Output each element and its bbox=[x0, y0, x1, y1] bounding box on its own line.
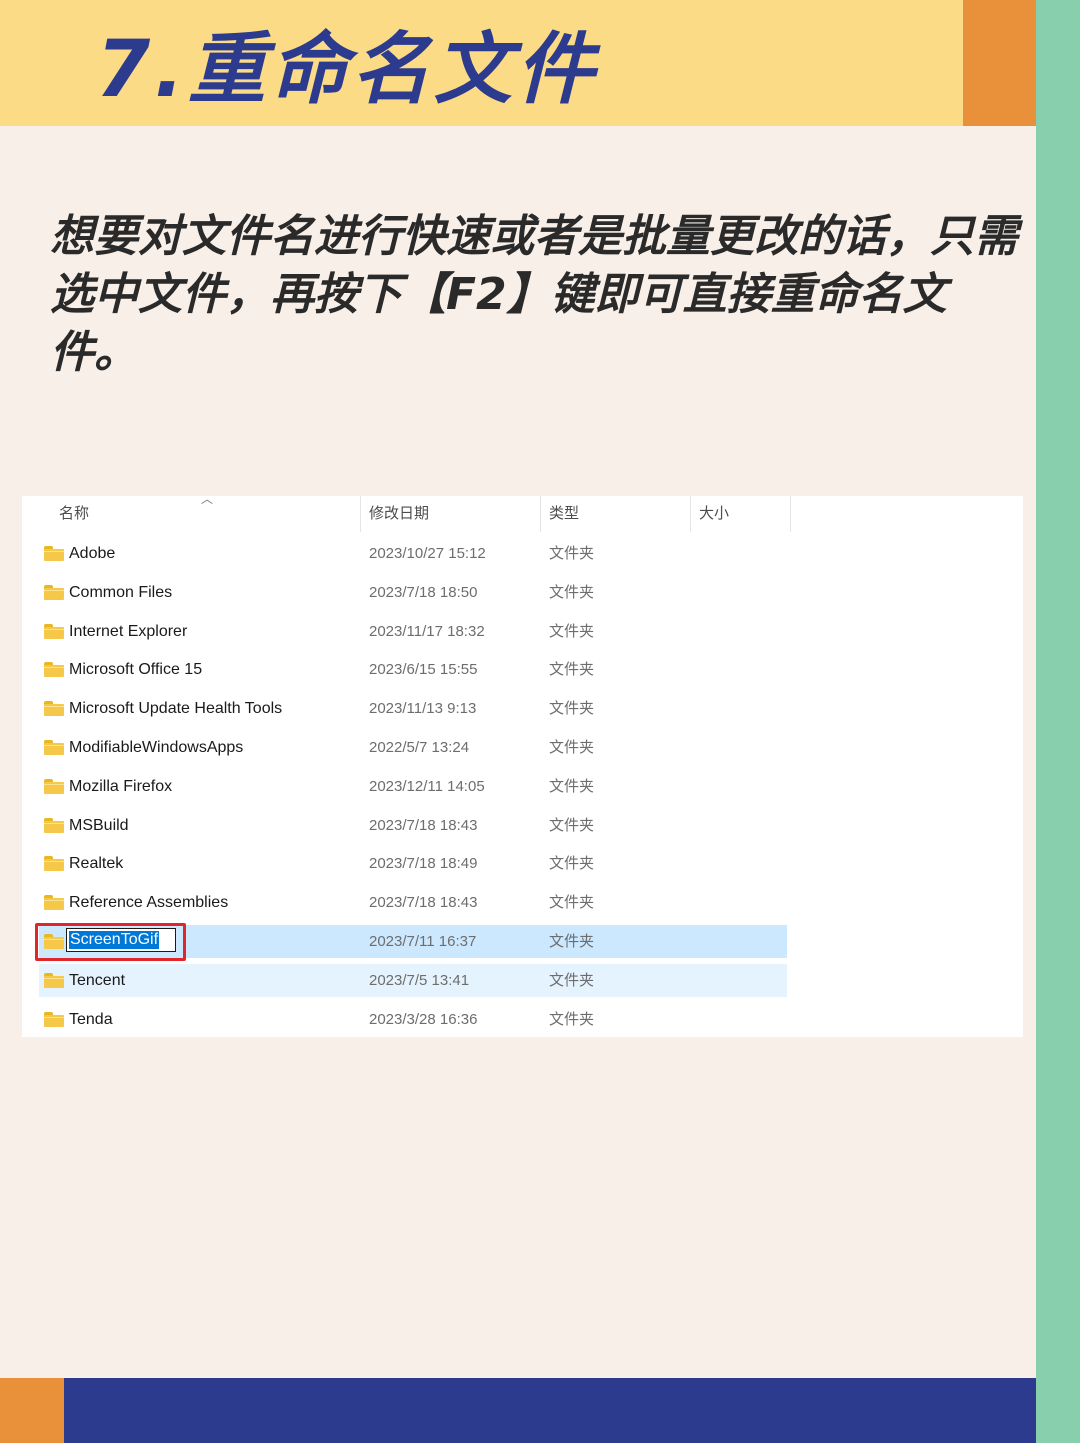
file-modified-date: 2023/3/28 16:36 bbox=[369, 1010, 478, 1028]
file-modified-date: 2023/11/17 18:32 bbox=[369, 622, 485, 640]
file-type: 文件夹 bbox=[549, 855, 595, 873]
file-name[interactable]: Microsoft Update Health Tools bbox=[69, 690, 282, 728]
file-explorer-list: ︿ 名称 修改日期 类型 大小 Adobe 2023/10/27 15:12 文件夹… bbox=[22, 492, 1023, 1039]
file-type: 文件夹 bbox=[549, 661, 595, 679]
file-modified-date: 2023/7/18 18:43 bbox=[369, 894, 478, 912]
column-divider[interactable] bbox=[790, 496, 791, 532]
folder-icon bbox=[44, 662, 64, 678]
header-accent-block bbox=[963, 0, 1036, 126]
footer-accent-block bbox=[0, 1378, 64, 1443]
column-size[interactable]: 大小 bbox=[699, 496, 729, 532]
table-row[interactable]: Realtek 2023/7/18 18:49 文件夹 bbox=[22, 845, 1023, 884]
table-row[interactable]: ModifiableWindowsApps 2022/5/7 13:24 文件夹 bbox=[22, 729, 1023, 768]
folder-icon bbox=[44, 972, 64, 988]
file-modified-date: 2023/6/15 15:55 bbox=[369, 661, 478, 679]
table-row[interactable]: Reference Assemblies 2023/7/18 18:43 文件夹 bbox=[22, 884, 1023, 923]
file-name[interactable]: MSBuild bbox=[69, 807, 129, 845]
file-name[interactable]: Reference Assemblies bbox=[69, 884, 228, 922]
file-name[interactable]: Mozilla Firefox bbox=[69, 768, 172, 806]
file-name[interactable]: Adobe bbox=[69, 535, 115, 573]
table-row[interactable]: Internet Explorer 2023/11/17 18:32 文件夹 bbox=[22, 613, 1023, 652]
folder-icon bbox=[44, 546, 64, 561]
file-name[interactable]: Common Files bbox=[69, 574, 172, 612]
table-row[interactable]: Tencent 2023/7/5 13:41 文件夹 bbox=[22, 962, 1023, 1001]
folder-icon bbox=[44, 778, 64, 794]
file-modified-date: 2023/12/11 14:05 bbox=[369, 777, 485, 795]
side-stripe bbox=[1036, 0, 1080, 1443]
file-name[interactable]: Tencent bbox=[69, 962, 125, 1000]
table-row[interactable]: MSBuild 2023/7/18 18:43 文件夹 bbox=[22, 807, 1023, 846]
sort-ascending-icon[interactable]: ︿ bbox=[201, 492, 213, 506]
file-type: 文件夹 bbox=[549, 894, 595, 912]
file-type: 文件夹 bbox=[549, 932, 595, 950]
file-type: 文件夹 bbox=[549, 738, 595, 756]
table-row[interactable]: Microsoft Update Health Tools 2023/11/13 … bbox=[22, 690, 1023, 729]
table-row[interactable]: Mozilla Firefox 2023/12/11 14:05 文件夹 bbox=[22, 768, 1023, 807]
file-type: 文件夹 bbox=[549, 816, 595, 834]
file-modified-date: 2023/7/18 18:49 bbox=[369, 855, 478, 873]
column-type[interactable]: 类型 bbox=[549, 496, 579, 532]
file-type: 文件夹 bbox=[549, 700, 595, 718]
column-divider[interactable] bbox=[360, 496, 361, 532]
file-modified-date: 2023/10/27 15:12 bbox=[369, 545, 486, 562]
folder-icon bbox=[44, 623, 64, 639]
folder-icon bbox=[44, 895, 64, 911]
folder-icon bbox=[44, 1011, 64, 1027]
table-row[interactable]: Tenda 2023/3/28 16:36 文件夹 bbox=[22, 1001, 1023, 1040]
folder-icon bbox=[44, 701, 64, 717]
file-name[interactable]: Tenda bbox=[69, 1001, 113, 1039]
file-type: 文件夹 bbox=[549, 777, 595, 795]
file-type: 文件夹 bbox=[549, 545, 595, 562]
table-row[interactable]: Microsoft Office 15 2023/6/15 15:55 文件夹 bbox=[22, 651, 1023, 690]
folder-icon bbox=[44, 584, 64, 600]
column-divider[interactable] bbox=[690, 496, 691, 532]
table-row[interactable]: Adobe 2023/10/27 15:12 文件夹 bbox=[22, 535, 1023, 574]
intro-text: 想要对文件名进行快速或者是批量更改的话，只需选中文件，再按下【F2】键即可直接重… bbox=[50, 211, 1018, 378]
file-type: 文件夹 bbox=[549, 583, 595, 601]
column-divider[interactable] bbox=[540, 496, 541, 532]
page-title: 7.重命名文件 bbox=[96, 25, 598, 115]
file-name[interactable]: Internet Explorer bbox=[69, 613, 187, 651]
folder-icon bbox=[44, 856, 64, 872]
file-name[interactable]: Microsoft Office 15 bbox=[69, 651, 202, 689]
file-type: 文件夹 bbox=[549, 622, 595, 640]
table-row[interactable]: Common Files 2023/7/18 18:50 文件夹 bbox=[22, 574, 1023, 613]
rename-highlight-frame bbox=[35, 923, 186, 961]
column-modified[interactable]: 修改日期 bbox=[369, 496, 429, 532]
file-modified-date: 2023/7/5 13:41 bbox=[369, 971, 470, 989]
column-name[interactable]: 名称 bbox=[59, 496, 89, 532]
file-type: 文件夹 bbox=[549, 971, 595, 989]
file-type: 文件夹 bbox=[549, 1010, 595, 1028]
footer-band bbox=[64, 1378, 1036, 1443]
file-rows: Adobe 2023/10/27 15:12 文件夹 Common Files 2023… bbox=[22, 535, 1023, 1039]
folder-icon bbox=[44, 739, 64, 755]
file-modified-date: 2023/11/13 9:13 bbox=[369, 700, 477, 718]
file-modified-date: 2023/7/18 18:43 bbox=[369, 816, 478, 834]
file-modified-date: 2023/7/11 16:37 bbox=[369, 932, 477, 950]
file-name[interactable]: ModifiableWindowsApps bbox=[69, 729, 243, 767]
folder-icon bbox=[44, 817, 64, 833]
file-modified-date: 2022/5/7 13:24 bbox=[369, 738, 470, 756]
file-name[interactable]: Realtek bbox=[69, 845, 123, 883]
column-header: ︿ 名称 修改日期 类型 大小 bbox=[22, 492, 1023, 532]
file-modified-date: 2023/7/18 18:50 bbox=[369, 583, 478, 601]
